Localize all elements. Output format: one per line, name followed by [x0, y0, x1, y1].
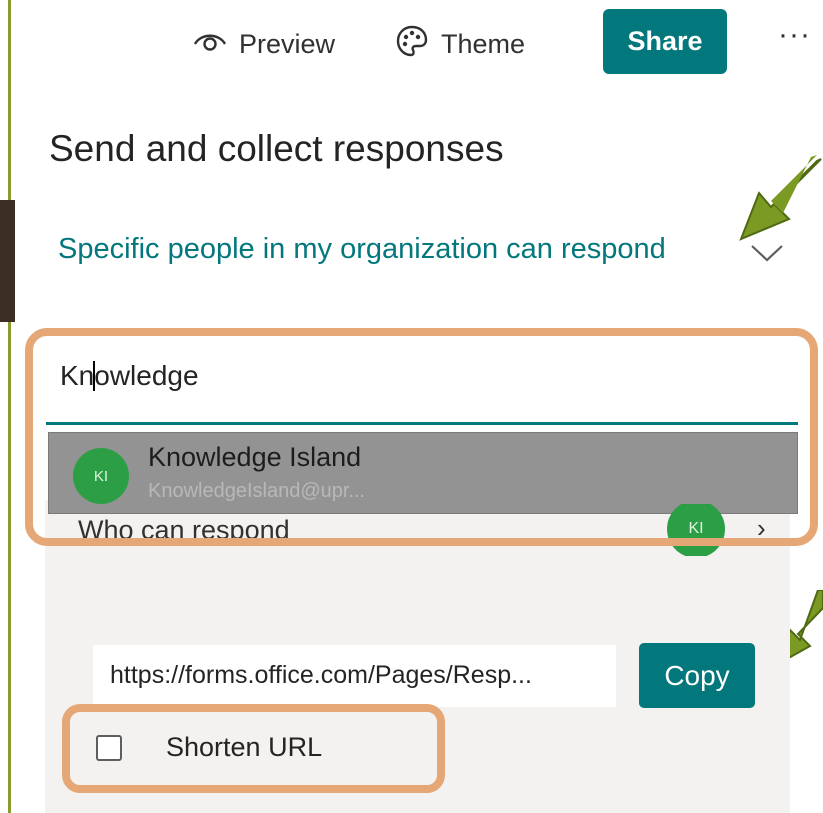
response-link-url: https://forms.office.com/Pages/Resp...	[110, 661, 532, 689]
left-border-rule	[8, 0, 11, 813]
more-options-button[interactable]: ···	[778, 18, 811, 52]
theme-label: Theme	[441, 28, 526, 59]
chevron-down-icon[interactable]	[749, 242, 785, 264]
highlight-box-shorten	[62, 704, 445, 793]
audience-dropdown-label[interactable]: Specific people in my organization can r…	[58, 233, 666, 266]
preview-label: Preview	[239, 28, 336, 59]
theme-button[interactable]: Theme	[395, 22, 525, 66]
copy-button[interactable]: Copy	[639, 643, 755, 708]
arrow-annotation-top	[739, 155, 822, 241]
left-edge-tab	[0, 200, 15, 322]
preview-button[interactable]: Preview	[193, 22, 335, 66]
highlight-box-search	[25, 328, 818, 546]
share-button[interactable]: Share	[603, 9, 727, 74]
eye-icon	[193, 29, 227, 60]
panel-title: Send and collect responses	[49, 128, 504, 169]
palette-icon	[395, 24, 429, 65]
